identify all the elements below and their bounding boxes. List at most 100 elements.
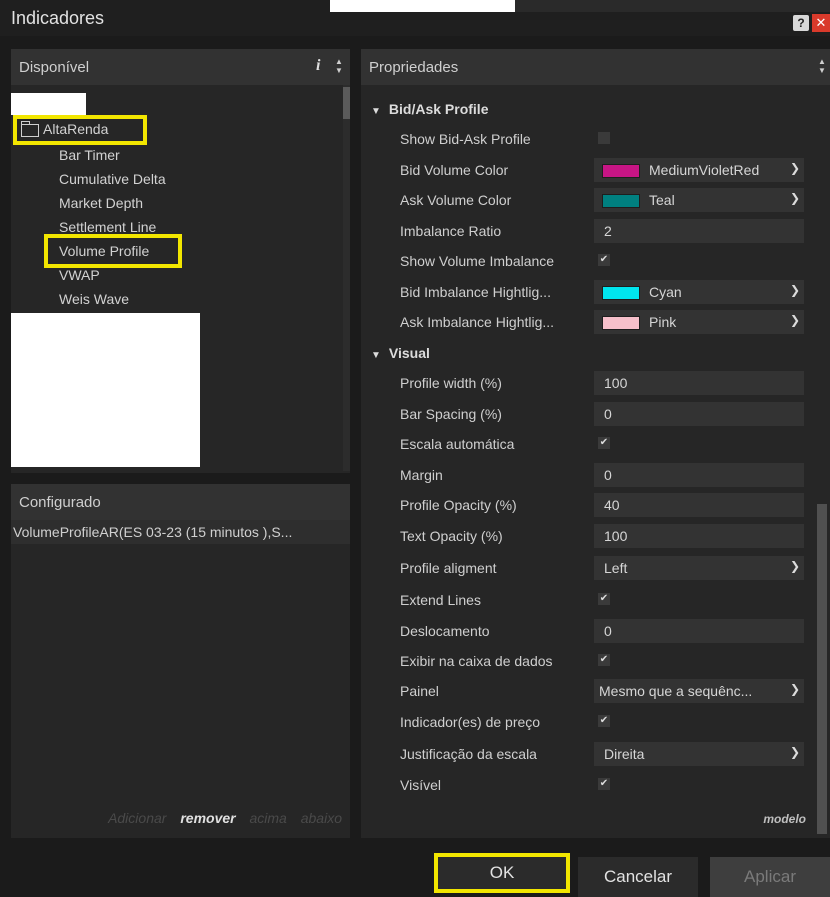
prop-label-profile-width: Profile width (%): [400, 375, 502, 391]
show-bid-ask-checkbox[interactable]: [598, 132, 610, 144]
available-scrollbar[interactable]: [343, 85, 350, 471]
cancel-button[interactable]: Cancelar: [578, 857, 698, 897]
list-item-bar-timer[interactable]: Bar Timer: [59, 147, 120, 163]
title-bar: Indicadores ? ✕: [0, 0, 830, 36]
configured-indicators-panel: Configurado VolumeProfileAR(ES 03-23 (15…: [11, 484, 350, 838]
available-header-label: Disponível: [19, 59, 90, 76]
close-button[interactable]: ✕: [812, 14, 830, 32]
select-value: Left: [604, 560, 628, 576]
ask-volume-color-select[interactable]: Teal ❯: [594, 188, 804, 212]
configured-item[interactable]: VolumeProfileAR(ES 03-23 (15 minutos ),S…: [11, 520, 350, 544]
show-volume-imbalance-checkbox[interactable]: ✔: [598, 254, 610, 266]
prop-label-painel: Painel: [400, 683, 439, 699]
configured-actions: Adicionar remover acima abaixo: [11, 810, 350, 826]
add-button[interactable]: Adicionar: [108, 810, 166, 826]
ask-imbalance-highlight-select[interactable]: Pink ❯: [594, 310, 804, 334]
list-item-vwap[interactable]: VWAP: [59, 267, 100, 283]
sort-arrows-icon[interactable]: ▲ ▼: [817, 57, 827, 75]
available-panel-header: Disponível i ▲ ▼: [11, 49, 350, 85]
prop-label-visivel: Visível: [400, 777, 441, 793]
highlight-box-volume-profile: [44, 234, 182, 268]
chevron-down-icon: ❯: [789, 283, 800, 297]
section-label: Visual: [388, 345, 430, 361]
exibir-caixa-checkbox[interactable]: ✔: [598, 654, 610, 666]
select-value: Cyan: [649, 284, 682, 300]
properties-header-label: Propriedades: [369, 59, 459, 76]
profile-alignment-select[interactable]: Left ❯: [594, 556, 804, 580]
input-value: 0: [604, 406, 612, 422]
background-window-strip-dark: [515, 0, 830, 12]
prop-label-ask-imbalance-highlight: Ask Imbalance Hightlig...: [400, 314, 555, 330]
color-swatch: [602, 316, 640, 330]
chevron-down-icon: ❯: [789, 313, 800, 327]
color-swatch: [602, 194, 640, 208]
chevron-down-icon: ❯: [789, 191, 800, 205]
properties-scrollbar[interactable]: [817, 504, 827, 834]
list-item-settlement-line[interactable]: Settlement Line: [59, 219, 156, 235]
extend-lines-checkbox[interactable]: ✔: [598, 593, 610, 605]
prop-label-extend-lines: Extend Lines: [400, 592, 481, 608]
configured-item-label: VolumeProfileAR(ES 03-23 (15 minutos ),S…: [13, 524, 293, 540]
input-value: 100: [604, 375, 628, 391]
remove-button[interactable]: remover: [180, 810, 235, 826]
sort-arrows-icon[interactable]: ▲ ▼: [334, 57, 344, 75]
list-item-market-depth[interactable]: Market Depth: [59, 195, 143, 211]
list-item-cumulative-delta[interactable]: Cumulative Delta: [59, 171, 166, 187]
prop-label-escala-automatica: Escala automática: [400, 436, 515, 452]
chevron-down-icon: ❯: [789, 745, 800, 759]
color-swatch: [602, 164, 640, 178]
chevron-down-icon: ❯: [789, 559, 800, 573]
escala-automatica-checkbox[interactable]: ✔: [598, 437, 610, 449]
redacted-area: [11, 93, 86, 115]
select-value: Direita: [604, 746, 645, 762]
background-window-strip: [330, 0, 515, 12]
chevron-down-icon: ❯: [789, 682, 800, 696]
collapse-triangle-icon: ▼: [371, 106, 381, 117]
bar-spacing-input[interactable]: 0: [594, 402, 804, 426]
available-scrollbar-thumb[interactable]: [343, 87, 350, 119]
visivel-checkbox[interactable]: ✔: [598, 778, 610, 790]
section-label: Bid/Ask Profile: [388, 101, 489, 117]
prop-label-bid-volume-color: Bid Volume Color: [400, 162, 509, 178]
ok-button[interactable]: OK: [434, 853, 570, 893]
highlight-box-folder: [13, 115, 147, 145]
bid-volume-color-select[interactable]: MediumVioletRed ❯: [594, 158, 804, 182]
color-swatch: [602, 286, 640, 300]
imbalance-ratio-input[interactable]: 2: [594, 219, 804, 243]
move-up-button[interactable]: acima: [249, 810, 286, 826]
painel-select[interactable]: Mesmo que a sequênc... ❯: [594, 679, 804, 703]
input-value: 40: [604, 497, 620, 513]
deslocamento-input[interactable]: 0: [594, 619, 804, 643]
list-item-weis-wave[interactable]: Weis Wave: [59, 291, 129, 307]
input-value: 100: [604, 528, 628, 544]
prop-label-show-volume-imbalance: Show Volume Imbalance: [400, 253, 555, 269]
prop-label-ask-volume-color: Ask Volume Color: [400, 192, 512, 208]
section-visual[interactable]: ▼ Visual: [371, 345, 430, 361]
profile-opacity-input[interactable]: 40: [594, 493, 804, 517]
info-icon[interactable]: i: [316, 57, 320, 75]
section-bid-ask-profile[interactable]: ▼ Bid/Ask Profile: [371, 101, 489, 117]
apply-button[interactable]: Aplicar: [710, 857, 830, 897]
prop-label-bid-imbalance-highlight: Bid Imbalance Hightlig...: [400, 284, 551, 300]
bid-imbalance-highlight-select[interactable]: Cyan ❯: [594, 280, 804, 304]
select-value: Pink: [649, 314, 677, 330]
move-down-button[interactable]: abaixo: [301, 810, 342, 826]
prop-label-imbalance-ratio: Imbalance Ratio: [400, 223, 502, 239]
prop-label-deslocamento: Deslocamento: [400, 623, 490, 639]
profile-width-input[interactable]: 100: [594, 371, 804, 395]
collapse-triangle-icon: ▼: [371, 350, 381, 361]
template-link[interactable]: modelo: [763, 812, 806, 826]
help-button[interactable]: ?: [793, 15, 809, 31]
justificacao-select[interactable]: Direita ❯: [594, 742, 804, 766]
prop-label-profile-opacity: Profile Opacity (%): [400, 497, 517, 513]
margin-input[interactable]: 0: [594, 463, 804, 487]
prop-label-indicador-preco: Indicador(es) de preço: [400, 714, 541, 730]
select-value: Teal: [649, 192, 675, 208]
text-opacity-input[interactable]: 100: [594, 524, 804, 548]
chevron-down-icon: ❯: [789, 161, 800, 175]
indicador-preco-checkbox[interactable]: ✔: [598, 715, 610, 727]
select-value: MediumVioletRed: [649, 162, 760, 178]
prop-label-exibir-caixa: Exibir na caixa de dados: [400, 653, 553, 669]
properties-panel-header: Propriedades ▲ ▼: [361, 49, 830, 85]
prop-label-profile-alignment: Profile aligment: [400, 560, 497, 576]
